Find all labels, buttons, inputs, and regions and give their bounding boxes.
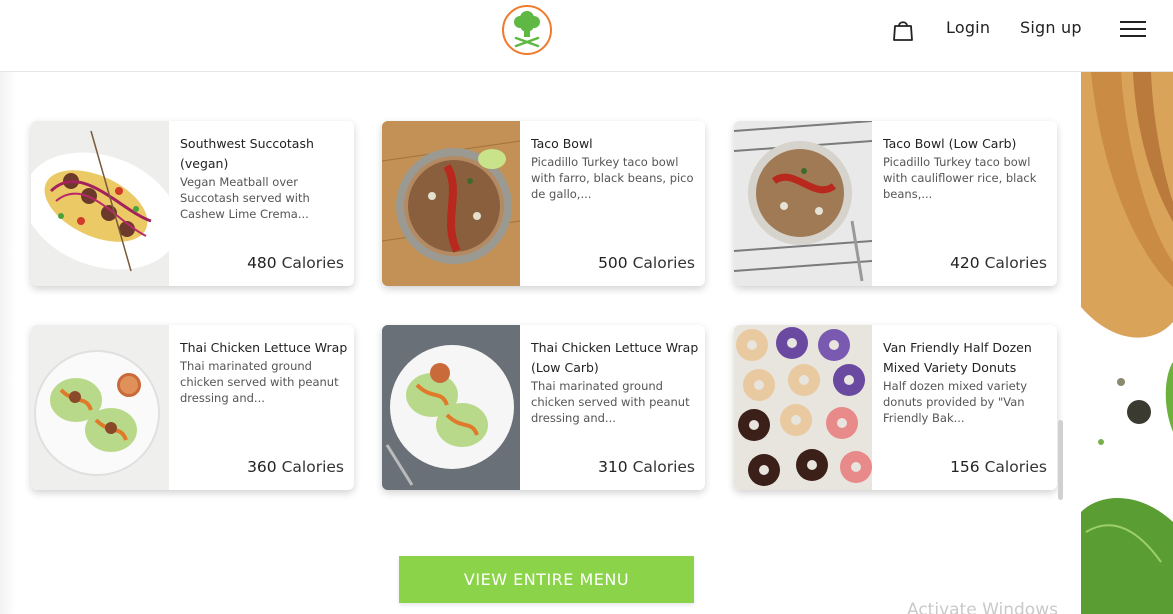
calorie-value: 360 <box>247 458 277 476</box>
menu-item-calories: 480 Calories <box>247 254 344 272</box>
menu-item-image <box>734 325 872 490</box>
calorie-value: 420 <box>950 254 980 272</box>
menu-item-image <box>734 121 872 286</box>
menu-item-title[interactable]: Taco Bowl (Low Carb) <box>883 134 1053 154</box>
calorie-value: 480 <box>247 254 277 272</box>
menu-item-card[interactable]: Taco Bowl Picadillo Turkey taco bowl wit… <box>382 121 705 286</box>
menu-item-title[interactable]: Van Friendly Half Dozen Mixed Variety Do… <box>883 338 1053 378</box>
signup-link[interactable]: Sign up <box>1020 18 1082 37</box>
calorie-unit: Calories <box>632 458 695 476</box>
calorie-value: 310 <box>598 458 628 476</box>
decorative-food-background <box>1081 72 1173 614</box>
menu-item-title[interactable]: Taco Bowl <box>531 134 701 154</box>
login-link[interactable]: Login <box>946 18 990 37</box>
left-background-edge <box>0 72 16 614</box>
menu-item-card[interactable]: Southwest Succotash (vegan) Vegan Meatba… <box>31 121 354 286</box>
menu-item-description: Thai marinated ground chicken served wit… <box>180 359 339 405</box>
menu-item-calories: 310 Calories <box>598 458 695 476</box>
windows-activation-watermark: Activate Windows <box>907 600 1058 614</box>
menu-item-title[interactable]: Southwest Succotash (vegan) <box>180 134 350 174</box>
menu-item-description: Picadillo Turkey taco bowl with cauliflo… <box>883 155 1037 201</box>
calorie-value: 156 <box>950 458 980 476</box>
hamburger-menu-icon[interactable] <box>1120 21 1146 39</box>
menu-item-card[interactable]: Van Friendly Half Dozen Mixed Variety Do… <box>734 325 1057 490</box>
menu-item-description: Half dozen mixed variety donuts provided… <box>883 379 1028 425</box>
menu-item-image <box>31 121 169 286</box>
scrollbar-thumb[interactable] <box>1058 420 1063 500</box>
menu-item-image <box>382 121 520 286</box>
menu-item-calories: 500 Calories <box>598 254 695 272</box>
calorie-unit: Calories <box>984 458 1047 476</box>
menu-item-title[interactable]: Thai Chicken Lettuce Wrap (Low Carb) <box>531 338 701 378</box>
view-entire-menu-button[interactable]: VIEW ENTIRE MENU <box>399 556 694 603</box>
menu-item-card[interactable]: Thai Chicken Lettuce Wrap (Low Carb) Tha… <box>382 325 705 490</box>
menu-item-description: Thai marinated ground chicken served wit… <box>531 379 690 425</box>
calorie-unit: Calories <box>281 458 344 476</box>
menu-item-calories: 156 Calories <box>950 458 1047 476</box>
shopping-bag-icon[interactable] <box>892 18 914 42</box>
broccoli-chef-logo-icon[interactable] <box>501 4 553 56</box>
menu-item-card[interactable]: Thai Chicken Lettuce Wrap Thai marinated… <box>31 325 354 490</box>
menu-item-calories: 360 Calories <box>247 458 344 476</box>
menu-item-title[interactable]: Thai Chicken Lettuce Wrap <box>180 338 350 358</box>
calorie-value: 500 <box>598 254 628 272</box>
menu-item-image <box>31 325 169 490</box>
menu-item-description: Vegan Meatball over Succotash served wit… <box>180 175 310 221</box>
calorie-unit: Calories <box>984 254 1047 272</box>
site-header: Login Sign up <box>0 0 1173 72</box>
menu-item-image <box>382 325 520 490</box>
menu-item-calories: 420 Calories <box>950 254 1047 272</box>
menu-item-card[interactable]: Taco Bowl (Low Carb) Picadillo Turkey ta… <box>734 121 1057 286</box>
menu-item-description: Picadillo Turkey taco bowl with farro, b… <box>531 155 694 201</box>
calorie-unit: Calories <box>281 254 344 272</box>
calorie-unit: Calories <box>632 254 695 272</box>
